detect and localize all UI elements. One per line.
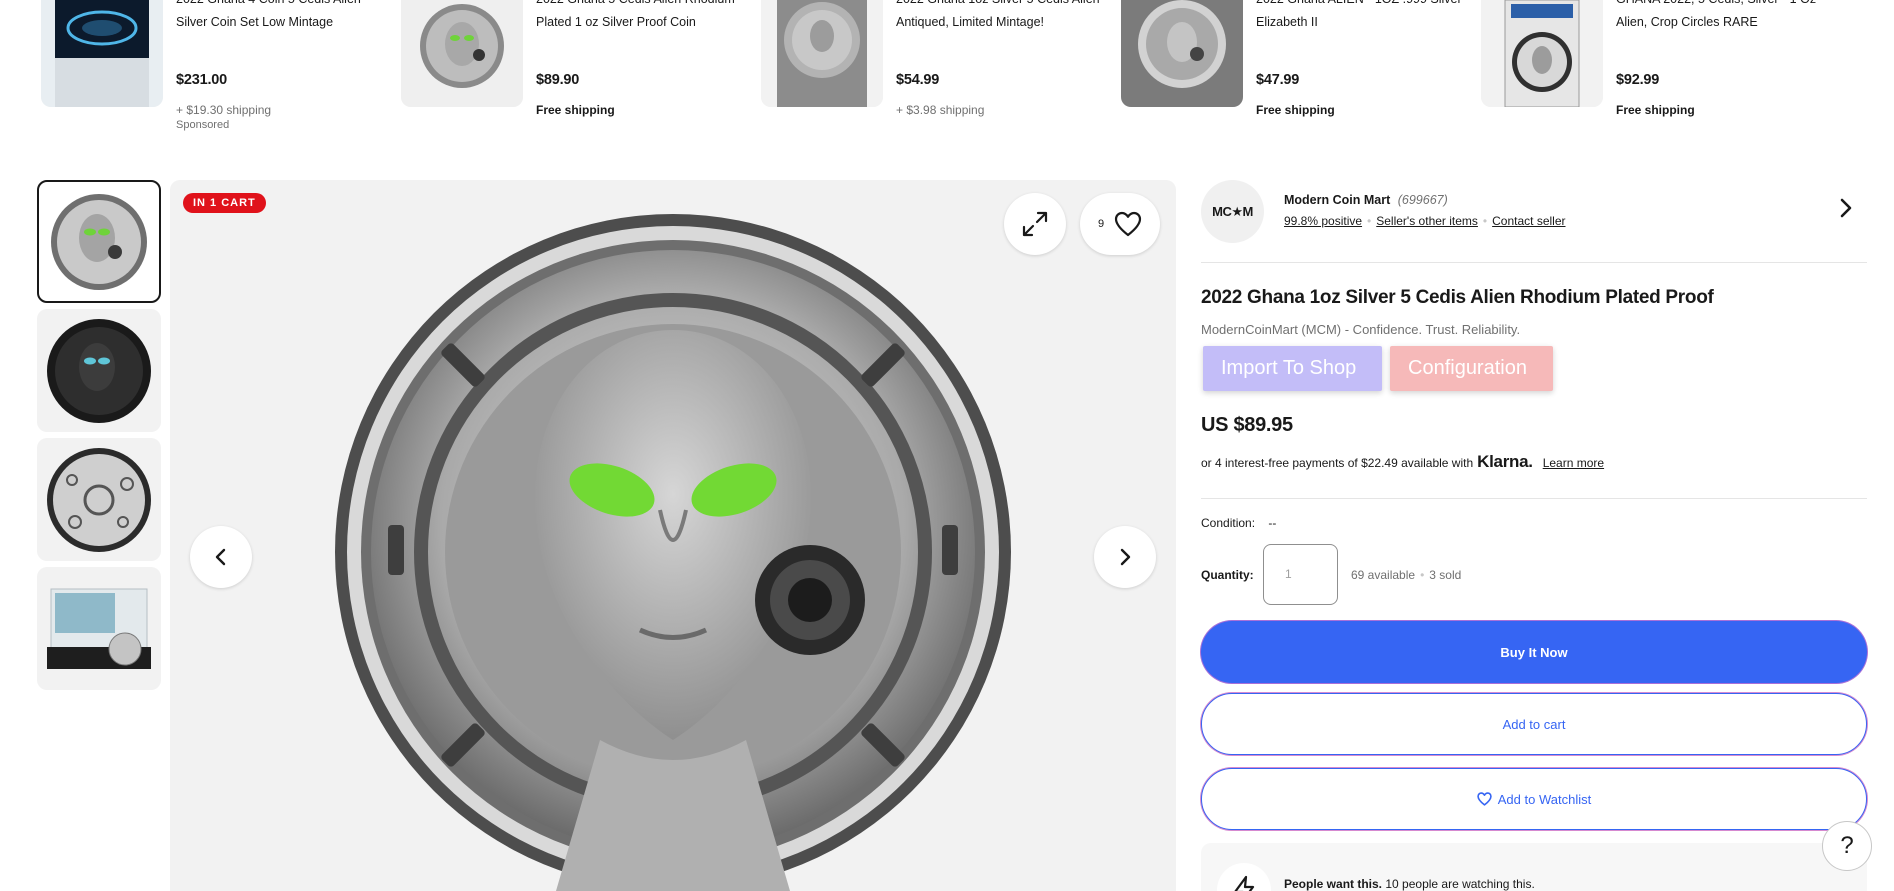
rec-price: $54.99 (896, 72, 940, 88)
add-to-cart-label: Add to cart (1502, 716, 1566, 732)
import-to-shop-button[interactable]: Import To Shop (1203, 346, 1382, 391)
heart-icon (1114, 211, 1142, 237)
buy-it-now-label: Buy It Now (1500, 644, 1568, 660)
configuration-button[interactable]: Configuration (1390, 346, 1553, 391)
rec-shipping: + $19.30 shipping (176, 103, 272, 117)
rec-card[interactable]: 2022 Ghana 1oz Silver 5 Cedis Alien Anti… (761, 0, 1100, 135)
chevron-left-icon (215, 548, 226, 566)
seller-logo[interactable]: MC★M (1201, 180, 1264, 243)
thumbnail-3[interactable] (37, 438, 161, 561)
condition-row: Condition: -- (1201, 516, 1276, 530)
add-to-watchlist-button[interactable]: Add to Watchlist (1201, 768, 1867, 830)
expand-icon (1022, 211, 1048, 237)
rec-card[interactable]: 2022 Ghana 5 Cedis Alien Rhodium Plated … (401, 0, 735, 135)
rec-shipping: Free shipping (1256, 103, 1335, 117)
heart-icon (1477, 792, 1492, 806)
thumbnail-list (37, 180, 161, 696)
demand-bold: People want this. (1284, 877, 1383, 891)
item-price: US $89.95 (1201, 414, 1293, 436)
listing-info-panel: MC★M Modern Coin Mart (699667) 99.8% pos… (1201, 180, 1867, 891)
quantity-label: Quantity: (1201, 568, 1254, 582)
klarna-logo: Klarna. (1477, 452, 1533, 471)
help-button[interactable]: ? (1822, 821, 1872, 871)
seller-links: 99.8% positive • Seller's other items • Cont… (1284, 214, 1566, 228)
condition-value: -- (1268, 516, 1277, 530)
rec-title-line2[interactable]: Alien, Crop Circles RARE (1616, 10, 1758, 34)
coin-image (335, 214, 1011, 891)
quantity-input[interactable]: 1 (1263, 544, 1338, 605)
availability-info: 69 available • 3 sold (1351, 568, 1461, 582)
rec-shipping: Free shipping (536, 103, 615, 117)
rec-title-line2[interactable]: Silver Coin Set Low Mintage (176, 10, 333, 34)
rec-image[interactable] (1481, 0, 1603, 107)
demand-icon-wrap (1217, 863, 1271, 891)
thumbnail-2[interactable] (37, 309, 161, 432)
learn-more-link[interactable]: Learn more (1543, 456, 1604, 470)
rec-image[interactable] (41, 0, 163, 107)
in-cart-badge: IN 1 CART (183, 193, 266, 213)
demand-text: People want this. 10 people are watching… (1284, 877, 1535, 891)
chevron-right-icon (1120, 548, 1131, 566)
separator-dot: • (1482, 214, 1488, 228)
separator-dot: • (1420, 568, 1425, 582)
rec-price: $92.99 (1616, 72, 1660, 88)
divider (1201, 498, 1867, 499)
rec-image[interactable] (1121, 0, 1243, 107)
recommendation-carousel: 2022 Ghana 4 Coin 5 Cedis Alien Silver C… (0, 0, 1894, 140)
rec-shipping: + $3.98 shipping (896, 103, 985, 117)
demand-detail: 10 people are watching this. (1385, 877, 1535, 891)
rec-shipping: Free shipping (1616, 103, 1695, 117)
add-to-watchlist-label: Add to Watchlist (1497, 791, 1592, 807)
seller-card: MC★M Modern Coin Mart (699667) 99.8% pos… (1201, 180, 1867, 263)
thumbnail-4[interactable] (37, 567, 161, 690)
thumbnail-1[interactable] (37, 180, 161, 303)
expand-image-button[interactable] (1004, 193, 1066, 255)
sponsored-label: Sponsored (176, 119, 230, 131)
rec-title-line2[interactable]: Elizabeth II (1256, 10, 1318, 34)
add-to-cart-button[interactable]: Add to cart (1201, 693, 1867, 755)
rec-card[interactable]: 2022 Ghana 4 Coin 5 Cedis Alien Silver C… (41, 0, 371, 135)
watch-count: 9 (1097, 218, 1105, 230)
seller-logo-text: MC★M (1212, 203, 1253, 219)
chevron-right-icon (1840, 198, 1852, 218)
klarna-financing: or 4 interest-free payments of $22.49 av… (1201, 452, 1604, 472)
available-count: 69 available (1351, 568, 1416, 582)
seller-details-button[interactable] (1835, 197, 1857, 224)
rec-image[interactable] (401, 0, 523, 107)
rec-card[interactable]: GHANA 2022, 5 Cedis, Silver - 1 Oz Alien… (1481, 0, 1816, 135)
demand-signal: People want this. 10 people are watching… (1201, 843, 1867, 891)
watch-heart-button[interactable]: 9 (1080, 193, 1160, 255)
rec-image[interactable] (761, 0, 883, 107)
listing-title: 2022 Ghana 1oz Silver 5 Cedis Alien Rhod… (1201, 287, 1714, 308)
prev-image-button[interactable] (190, 526, 252, 588)
rec-price: $89.90 (536, 72, 580, 88)
seller-name[interactable]: Modern Coin Mart (1284, 193, 1390, 207)
rec-price: $231.00 (176, 72, 228, 88)
seller-name-line: Modern Coin Mart (699667) (1284, 193, 1448, 207)
klarna-text: or 4 interest-free payments of $22.49 av… (1201, 456, 1474, 470)
rec-card[interactable]: 2022 Ghana ALIEN - 1OZ .999 Silver Eliza… (1121, 0, 1462, 135)
buy-it-now-button[interactable]: Buy It Now (1201, 621, 1867, 683)
rec-price: $47.99 (1256, 72, 1300, 88)
seller-other-items-link[interactable]: Seller's other items (1376, 214, 1478, 228)
main-product-image[interactable]: IN 1 CART 9 (170, 180, 1176, 891)
seller-feedback-score: (699667) (1397, 193, 1448, 207)
lightning-icon (1234, 875, 1255, 891)
rec-title-line2[interactable]: Plated 1 oz Silver Proof Coin (536, 10, 696, 34)
sold-count: 3 sold (1429, 568, 1462, 582)
rec-title-line2[interactable]: Antiqued, Limited Mintage! (896, 10, 1044, 34)
listing-subtitle: ModernCoinMart (MCM) - Confidence. Trust… (1201, 322, 1521, 337)
positive-feedback-link[interactable]: 99.8% positive (1284, 214, 1362, 228)
separator-dot: • (1367, 214, 1372, 228)
condition-label: Condition: (1201, 516, 1256, 530)
contact-seller-link[interactable]: Contact seller (1492, 214, 1565, 228)
next-image-button[interactable] (1094, 526, 1156, 588)
